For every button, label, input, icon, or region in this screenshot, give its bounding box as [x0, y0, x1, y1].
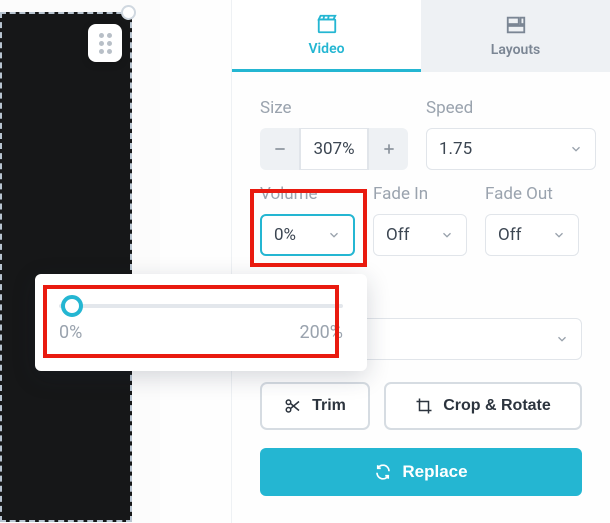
- panel-tabs: Video Layouts: [232, 0, 610, 72]
- fade-in-value: Off: [386, 225, 410, 245]
- volume-slider-thumb[interactable]: [61, 295, 83, 317]
- fade-in-label: Fade In: [373, 184, 467, 204]
- refresh-icon: [374, 463, 392, 481]
- size-value[interactable]: 307%: [300, 128, 368, 170]
- size-label: Size: [260, 98, 408, 118]
- size-decrease-button[interactable]: [260, 128, 300, 170]
- fade-out-label: Fade Out: [485, 184, 579, 204]
- grip-icon: [99, 33, 112, 54]
- minus-icon: [272, 141, 288, 157]
- controls-area: Size 307% Speed 1.75: [232, 72, 610, 256]
- layouts-icon: [505, 14, 527, 36]
- volume-value: 0%: [274, 225, 296, 245]
- volume-slider-popup: 0% 200%: [35, 274, 367, 371]
- speed-dropdown[interactable]: 1.75: [426, 128, 596, 170]
- crop-icon: [415, 397, 433, 415]
- volume-slider[interactable]: [59, 304, 343, 308]
- trim-button[interactable]: Trim: [260, 382, 370, 430]
- resize-handle[interactable]: [121, 5, 136, 20]
- volume-dropdown[interactable]: 0%: [260, 214, 355, 256]
- replace-button[interactable]: Replace: [260, 448, 582, 496]
- chevron-down-icon: [440, 228, 454, 242]
- tab-video-label: Video: [308, 41, 344, 57]
- volume-label: Volume: [260, 184, 355, 204]
- crop-label: Crop & Rotate: [443, 397, 551, 415]
- speed-field: Speed 1.75: [426, 98, 596, 170]
- fade-in-dropdown[interactable]: Off: [373, 214, 467, 256]
- plus-icon: [381, 141, 397, 157]
- tab-layouts-label: Layouts: [491, 42, 540, 58]
- properties-panel: Video Layouts Size 307%: [231, 0, 610, 523]
- video-preview[interactable]: [0, 12, 132, 522]
- chevron-down-icon: [327, 228, 341, 242]
- trim-label: Trim: [312, 397, 346, 415]
- slider-min-label: 0%: [59, 322, 82, 343]
- slider-max-label: 200%: [299, 322, 343, 343]
- replace-label: Replace: [402, 462, 467, 482]
- speed-value: 1.75: [439, 139, 472, 159]
- speed-label: Speed: [426, 98, 596, 118]
- clapperboard-icon: [316, 13, 338, 35]
- tab-layouts[interactable]: Layouts: [421, 0, 610, 72]
- crop-rotate-button[interactable]: Crop & Rotate: [384, 382, 582, 430]
- fade-in-field: Fade In Off: [373, 184, 467, 256]
- fade-out-value: Off: [498, 225, 522, 245]
- action-row: Trim Crop & Rotate: [232, 382, 610, 430]
- canvas-area: [0, 0, 160, 523]
- chevron-down-icon: [555, 332, 569, 346]
- chevron-down-icon: [552, 228, 566, 242]
- drag-handle[interactable]: [88, 24, 122, 62]
- size-increase-button[interactable]: [368, 128, 408, 170]
- fade-out-field: Fade Out Off: [485, 184, 579, 256]
- fade-out-dropdown[interactable]: Off: [485, 214, 579, 256]
- tab-video[interactable]: Video: [232, 0, 421, 72]
- volume-field: Volume 0%: [260, 184, 355, 256]
- scissors-icon: [284, 397, 302, 415]
- chevron-down-icon: [569, 142, 583, 156]
- size-field: Size 307%: [260, 98, 408, 170]
